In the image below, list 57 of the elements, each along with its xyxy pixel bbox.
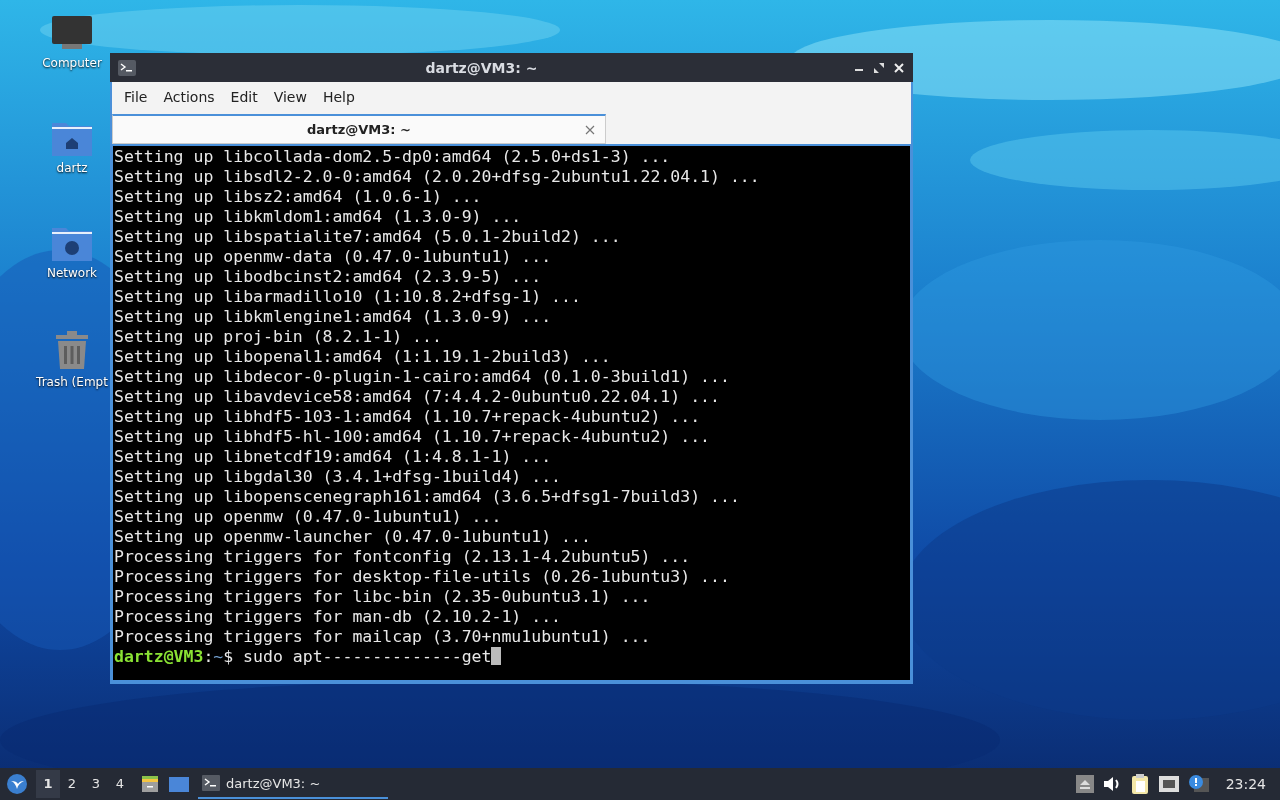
terminal-line: Setting up proj-bin (8.2.1-1) ... bbox=[114, 327, 443, 347]
terminal-line: Setting up libsdl2-2.0-0:amd64 (2.0.20+dfsg-2ubuntu1.22.04.1) ... bbox=[114, 167, 761, 187]
terminal-line: Setting up libcollada-dom2.5-dp0:amd64 (2.5.0+ds1-3) ... bbox=[114, 147, 672, 167]
monitor-icon[interactable] bbox=[50, 14, 94, 52]
terminal-output[interactable] bbox=[113, 146, 910, 680]
terminal-icon bbox=[202, 775, 220, 791]
terminal-line: Setting up openmw (0.47.0-1ubuntu1) ... bbox=[114, 507, 503, 527]
terminal-line: Setting up libdecor-0-plugin-1-cairo:amd64 (0.1.0-3build1) ... bbox=[114, 367, 731, 387]
prompt-user: dartz@VM3 bbox=[114, 647, 204, 666]
terminal-line: Setting up libopenscenegraph161:amd64 (3.6.5+dfsg1-7build3) ... bbox=[114, 487, 741, 507]
workspace-button[interactable]: 2 bbox=[60, 770, 84, 798]
prompt-path: ~ bbox=[213, 647, 224, 666]
menu-item[interactable]: Actions bbox=[155, 88, 223, 105]
window-icon[interactable] bbox=[168, 775, 190, 793]
clipboard-icon[interactable] bbox=[1129, 773, 1150, 795]
file-cabinet-icon[interactable] bbox=[140, 774, 160, 794]
bird-logo-icon[interactable] bbox=[6, 773, 28, 795]
desktop-icon-label[interactable]: Network bbox=[46, 266, 98, 280]
terminal-line: Processing triggers for mailcap (3.70+nmu1ubuntu1) ... bbox=[114, 627, 652, 647]
notification-icon[interactable] bbox=[1187, 774, 1210, 794]
terminal-line: Setting up libsz2:amd64 (1.0.6-1) ... bbox=[114, 187, 483, 207]
terminal-line: Processing triggers for desktop-file-utils (0.26-1ubuntu3) ... bbox=[114, 567, 731, 587]
terminal-line: Setting up libspatialite7:amd64 (5.0.1-2build2) ... bbox=[114, 227, 622, 247]
network-port-icon[interactable] bbox=[1157, 775, 1180, 793]
terminal-line: Processing triggers for man-db (2.10.2-1) ... bbox=[114, 607, 563, 627]
window-title: dartz@VM3: ~ bbox=[424, 59, 539, 76]
terminal-line: Processing triggers for fontconfig (2.13.1-4.2ubuntu5) ... bbox=[114, 547, 692, 567]
terminal-tab[interactable]: dartz@VM3: ~ bbox=[112, 114, 606, 144]
terminal-icon bbox=[118, 59, 136, 76]
terminal-line: Setting up libhdf5-103-1:amd64 (1.10.7+repack-4ubuntu2) ... bbox=[114, 407, 702, 427]
terminal-line: Setting up libhdf5-hl-100:amd64 (1.10.7+repack-4ubuntu2) ... bbox=[114, 427, 712, 447]
workspace-button[interactable]: 3 bbox=[84, 770, 108, 798]
terminal-line: Setting up libgdal30 (3.4.1+dfsg-1build4) ... bbox=[114, 467, 563, 487]
menu-item[interactable]: Edit bbox=[222, 88, 266, 105]
maximize-icon[interactable] bbox=[873, 61, 885, 74]
terminal-line: Setting up openmw-data (0.47.0-1ubuntu1) ... bbox=[114, 247, 553, 267]
workspace-button[interactable]: 1 bbox=[36, 770, 60, 798]
terminal-line: Setting up libkmlengine1:amd64 (1.3.0-9) ... bbox=[114, 307, 553, 327]
eject-icon[interactable] bbox=[1075, 775, 1094, 793]
terminal-line: Setting up libarmadillo10 (1:10.8.2+dfsg-1) ... bbox=[114, 287, 582, 307]
workspace-button[interactable]: 4 bbox=[108, 770, 132, 798]
task-button[interactable]: dartz@VM3: ~ bbox=[198, 769, 388, 799]
prompt-symbol: $ bbox=[223, 647, 234, 666]
terminal-line: Setting up libavdevice58:amd64 (7:4.4.2-0ubuntu0.22.04.1) ... bbox=[114, 387, 721, 407]
desktop-icon-label[interactable]: Trash (Empt bbox=[36, 375, 108, 389]
terminal-line: Setting up libkmldom1:amd64 (1.3.0-9) ... bbox=[114, 207, 523, 227]
menu-item[interactable]: Help bbox=[314, 88, 363, 105]
menu-item[interactable]: File bbox=[116, 88, 156, 105]
menu-item[interactable]: View bbox=[265, 88, 315, 105]
clock[interactable]: 23:24 bbox=[1225, 776, 1266, 792]
terminal-line: Setting up libnetcdf19:amd64 (1:4.8.1-1) ... bbox=[114, 447, 553, 467]
terminal-line: Processing triggers for libc-bin (2.35-0ubuntu3.1) ... bbox=[114, 587, 652, 607]
terminal-line: Setting up libopenal1:amd64 (1:1.19.1-2build3) ... bbox=[114, 347, 612, 367]
command-text: sudo apt--------------get bbox=[243, 647, 492, 666]
prompt-separator: : bbox=[203, 647, 214, 666]
terminal-line: Setting up openmw-launcher (0.47.0-1ubuntu1) ... bbox=[114, 527, 592, 547]
terminal-line: Setting up libodbcinst2:amd64 (2.3.9-5) ... bbox=[114, 267, 543, 287]
